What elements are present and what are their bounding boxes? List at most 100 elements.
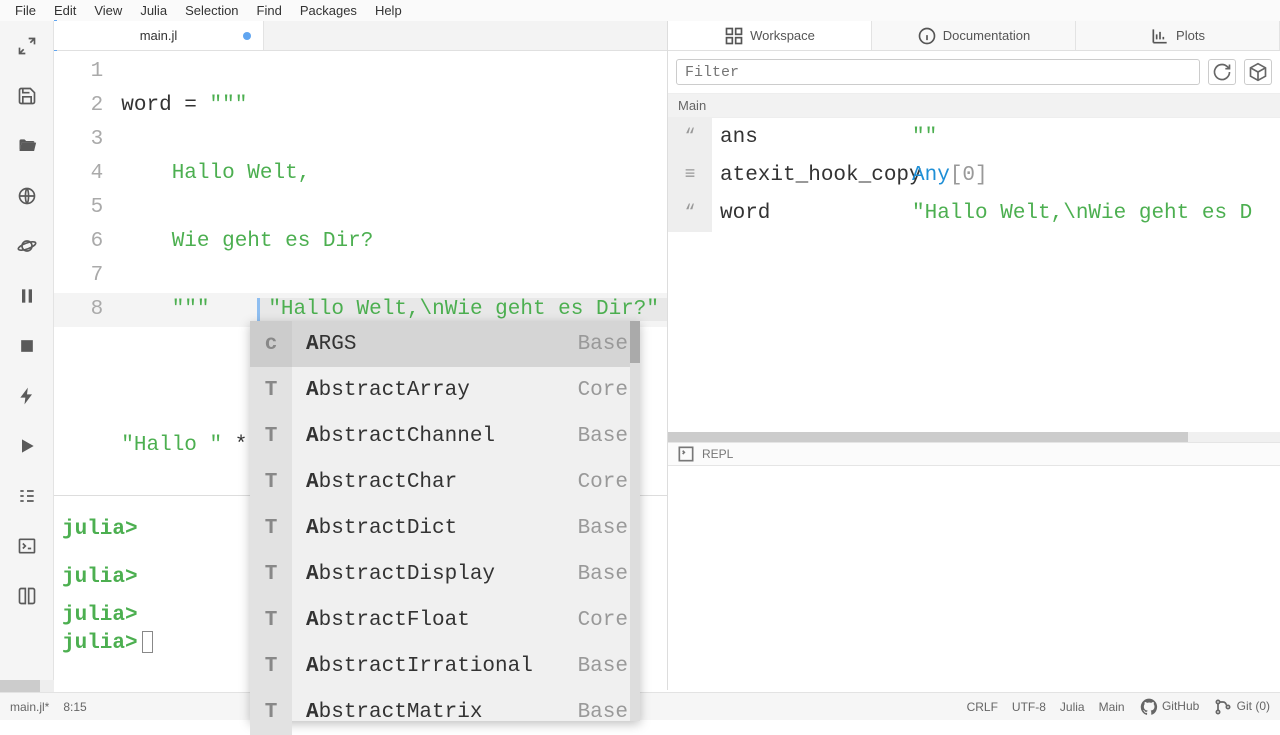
kind-badge: T — [250, 413, 292, 459]
kind-badge: T — [250, 367, 292, 413]
status-github[interactable]: GitHub — [1139, 697, 1200, 717]
var-name: word — [712, 202, 912, 225]
autocomplete-item[interactable]: TAbstractMatrixBase — [250, 689, 640, 735]
list-icon[interactable] — [16, 485, 38, 507]
completion-name: AbstractDict — [292, 517, 578, 540]
repl-prompt: julia> — [62, 518, 138, 541]
book-icon[interactable] — [16, 585, 38, 607]
completion-name: AbstractMatrix — [292, 701, 578, 724]
terminal-icon[interactable] — [16, 535, 38, 557]
activity-bar — [0, 21, 54, 690]
list-icon: ≡ — [668, 156, 712, 194]
status-file[interactable]: main.jl* — [10, 700, 49, 714]
cube-button[interactable] — [1244, 59, 1272, 85]
repl-panel-header[interactable]: REPL — [668, 442, 1280, 466]
completion-source: Core — [578, 609, 628, 632]
kind-badge: T — [250, 643, 292, 689]
workspace-row[interactable]: “ ans "" — [668, 118, 1280, 156]
menu-julia[interactable]: Julia — [131, 3, 176, 18]
status-cursor-pos[interactable]: 8:15 — [63, 700, 86, 714]
completion-name: AbstractChannel — [292, 425, 578, 448]
completion-source: Base — [578, 333, 628, 356]
tab-documentation[interactable]: Documentation — [872, 21, 1076, 50]
play-icon[interactable] — [16, 435, 38, 457]
completion-name: ARGS — [292, 333, 578, 356]
menu-edit[interactable]: Edit — [45, 3, 85, 18]
menu-find[interactable]: Find — [248, 3, 291, 18]
workspace-toolbar — [668, 51, 1280, 93]
kind-badge: c — [250, 321, 292, 367]
unsaved-dot-icon — [243, 32, 251, 40]
autocomplete-scrollbar[interactable] — [630, 321, 640, 721]
menu-help[interactable]: Help — [366, 3, 411, 18]
workspace-row[interactable]: ≡ atexit_hook_copy Any[0] — [668, 156, 1280, 194]
string-icon: “ — [668, 118, 712, 156]
autocomplete-popup[interactable]: cARGSBaseTAbstractArrayCoreTAbstractChan… — [250, 321, 640, 721]
kind-badge: T — [250, 551, 292, 597]
var-name: ans — [712, 126, 912, 149]
status-eol[interactable]: CRLF — [967, 700, 998, 714]
completion-source: Core — [578, 471, 628, 494]
var-value: Any[0] — [912, 164, 1280, 187]
stop-icon[interactable] — [16, 335, 38, 357]
var-name: atexit_hook_copy — [712, 164, 912, 187]
refresh-button[interactable] — [1208, 59, 1236, 85]
autocomplete-item[interactable]: TAbstractIrrationalBase — [250, 643, 640, 689]
completion-name: AbstractFloat — [292, 609, 578, 632]
completion-source: Core — [578, 379, 628, 402]
status-git[interactable]: Git (0) — [1213, 697, 1270, 717]
completion-source: Base — [578, 563, 628, 586]
completion-name: AbstractIrrational — [292, 655, 578, 678]
tab-main-jl[interactable]: main.jl — [54, 21, 264, 50]
menu-file[interactable]: File — [6, 3, 45, 18]
tab-bar: main.jl — [54, 21, 667, 51]
autocomplete-item[interactable]: cARGSBase — [250, 321, 640, 367]
menu-view[interactable]: View — [85, 3, 131, 18]
completion-source: Base — [578, 655, 628, 678]
autocomplete-item[interactable]: TAbstractDictBase — [250, 505, 640, 551]
repl-cursor — [142, 631, 153, 653]
autocomplete-item[interactable]: TAbstractArrayCore — [250, 367, 640, 413]
menu-packages[interactable]: Packages — [291, 3, 366, 18]
kind-badge: T — [250, 597, 292, 643]
status-language[interactable]: Julia — [1060, 700, 1085, 714]
autocomplete-item[interactable]: TAbstractCharCore — [250, 459, 640, 505]
workspace-row[interactable]: “ word "Hallo Welt,\nWie geht es D — [668, 194, 1280, 232]
var-value: "" — [912, 126, 1280, 149]
globe-icon[interactable] — [16, 185, 38, 207]
planet-icon[interactable] — [16, 235, 38, 257]
completion-name: AbstractArray — [292, 379, 578, 402]
bolt-icon[interactable] — [16, 385, 38, 407]
tab-plots[interactable]: Plots — [1076, 21, 1280, 50]
code-icon[interactable] — [16, 35, 38, 57]
string-icon: “ — [668, 194, 712, 232]
right-panel: Workspace Documentation Plots Main “ ans… — [668, 21, 1280, 690]
var-value: "Hallo Welt,\nWie geht es D — [912, 202, 1280, 225]
completion-source: Base — [578, 425, 628, 448]
pause-icon[interactable] — [16, 285, 38, 307]
inline-result[interactable]: "Hallo Welt,\nWie geht es Dir?" — [257, 298, 667, 321]
line-gutter: 12345678 — [54, 51, 121, 495]
kind-badge: T — [250, 505, 292, 551]
completion-name: AbstractDisplay — [292, 563, 578, 586]
folder-open-icon[interactable] — [16, 135, 38, 157]
workspace-scope[interactable]: Main — [668, 93, 1280, 118]
save-icon[interactable] — [16, 85, 38, 107]
status-encoding[interactable]: UTF-8 — [1012, 700, 1046, 714]
workspace-filter-input[interactable] — [676, 59, 1200, 85]
workspace-list: “ ans "" ≡ atexit_hook_copy Any[0] “ wor… — [668, 118, 1280, 232]
kind-badge: T — [250, 689, 292, 735]
tab-workspace[interactable]: Workspace — [668, 21, 872, 50]
autocomplete-item[interactable]: TAbstractDisplayBase — [250, 551, 640, 597]
completion-source: Base — [578, 701, 628, 724]
activity-scrollbar[interactable] — [0, 680, 54, 692]
autocomplete-item[interactable]: TAbstractFloatCore — [250, 597, 640, 643]
autocomplete-item[interactable]: TAbstractChannelBase — [250, 413, 640, 459]
status-scope[interactable]: Main — [1099, 700, 1125, 714]
menu-bar: File Edit View Julia Selection Find Pack… — [0, 0, 1280, 21]
completion-name: AbstractChar — [292, 471, 578, 494]
kind-badge: T — [250, 459, 292, 505]
tab-title: main.jl — [140, 28, 178, 43]
horizontal-scrollbar[interactable] — [668, 432, 1280, 442]
menu-selection[interactable]: Selection — [176, 3, 247, 18]
